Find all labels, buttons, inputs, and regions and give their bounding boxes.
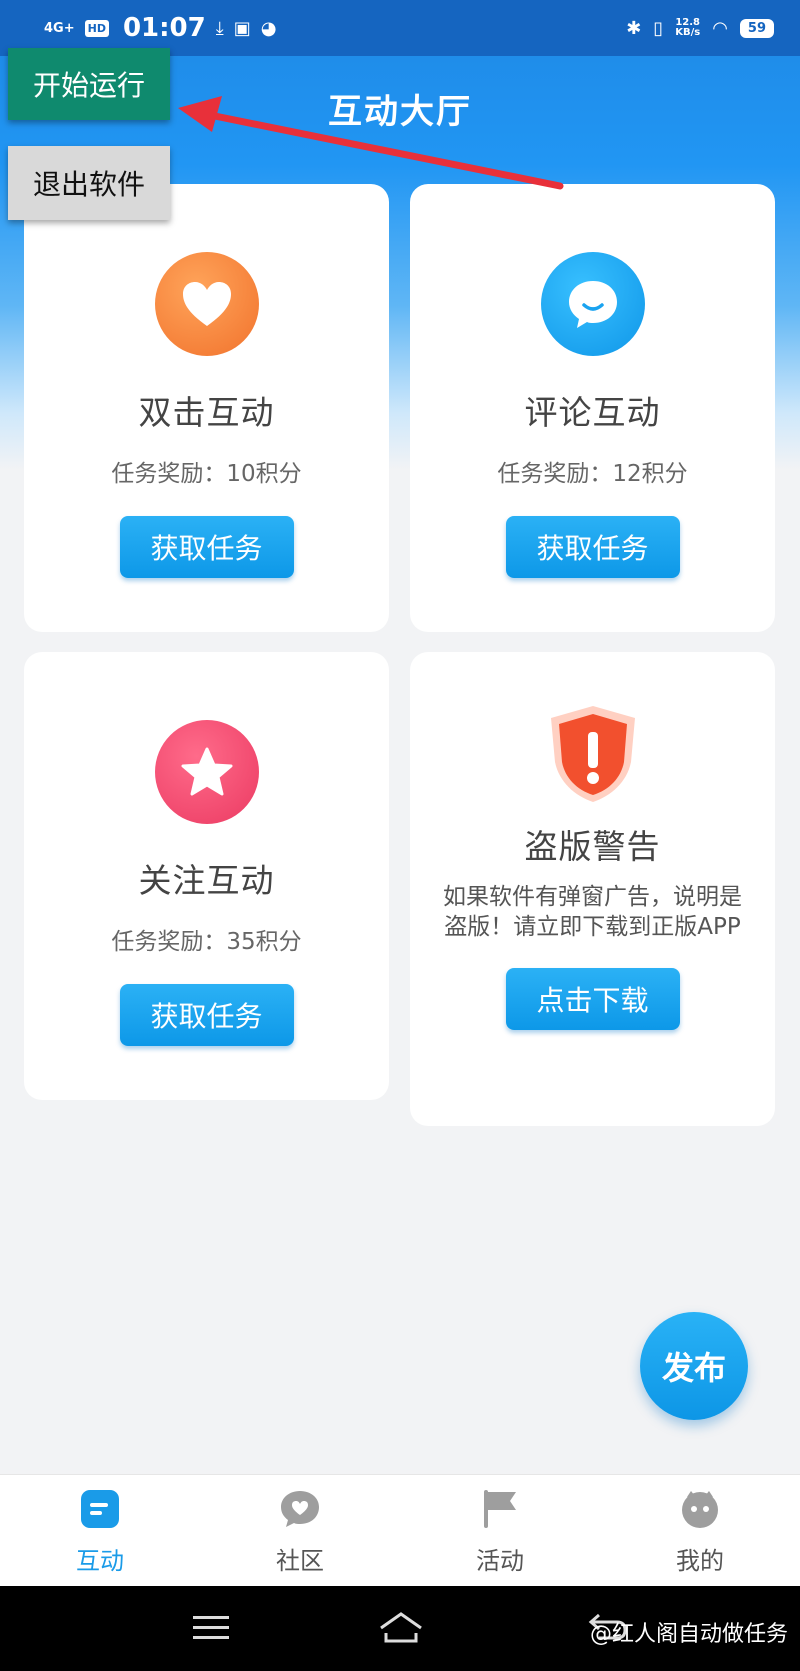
publish-button[interactable]: 发布 (640, 1312, 748, 1420)
download-button[interactable]: 点击下载 (505, 968, 680, 1030)
menu-icon[interactable] (186, 1606, 236, 1650)
tab-label: 我的 (676, 1547, 724, 1575)
wifi-icon: ◠ (712, 17, 728, 39)
get-task-button[interactable]: 获取任务 (119, 984, 294, 1046)
network-indicator: 4G+ (44, 20, 75, 36)
heart-icon (154, 252, 259, 356)
tab-label: 活动 (476, 1547, 524, 1575)
clock: 01:07 (122, 13, 206, 43)
warning-shield-icon (543, 702, 643, 806)
get-task-button[interactable]: 获取任务 (505, 516, 680, 578)
tab-community[interactable]: 社区 (200, 1475, 400, 1586)
star-icon (154, 720, 259, 824)
speed-unit: KB/s (675, 27, 701, 38)
tab-mine[interactable]: 我的 (600, 1475, 800, 1586)
hd-badge: HD (84, 19, 109, 37)
tab-interact[interactable]: 互动 (0, 1475, 200, 1586)
app-notification-icon: ▣ (233, 17, 251, 39)
browser-notification-icon: ◕ (260, 17, 277, 39)
card-title: 双击互动 (138, 393, 275, 432)
flag-icon (478, 1487, 522, 1531)
battery-indicator: 59 (739, 18, 774, 38)
watermark-text: @红人阁自动做任务 (589, 1622, 788, 1647)
card-title: 关注互动 (138, 861, 275, 900)
card-piracy-warning: 盗版警告 如果软件有弹窗广告，说明是盗版！请立即下载到正版APP 点击下载 (410, 652, 775, 1126)
tab-activity[interactable]: 活动 (400, 1475, 600, 1586)
network-speed: 12.8 KB/s (675, 16, 701, 39)
card-title: 评论互动 (524, 393, 661, 432)
card-comment: 评论互动 任务奖励：12积分 获取任务 (410, 184, 775, 632)
speed-value: 12.8 (675, 16, 701, 28)
start-run-button[interactable]: 开始运行 (8, 48, 170, 120)
document-icon (78, 1487, 122, 1531)
bottom-tab-bar: 互动 社区 活动 我的 (0, 1474, 800, 1586)
face-icon (678, 1487, 722, 1531)
card-reward: 任务奖励：10积分 (111, 461, 302, 487)
card-follow: 关注互动 任务奖励：35积分 获取任务 (24, 652, 389, 1100)
tab-label: 社区 (276, 1547, 324, 1575)
exit-software-button[interactable]: 退出软件 (8, 146, 170, 220)
chat-bubble-icon (540, 252, 645, 356)
bluetooth-icon: ✱ (626, 17, 642, 39)
card-double-tap: 双击互动 任务奖励：10积分 获取任务 (24, 184, 389, 632)
vibrate-icon: ▯ (653, 17, 664, 39)
home-icon[interactable] (376, 1606, 426, 1650)
card-reward: 任务奖励：35积分 (111, 929, 302, 955)
heart-bubble-icon (278, 1487, 322, 1531)
system-navigation-bar: @红人阁自动做任务 (0, 1586, 800, 1671)
tab-label: 互动 (76, 1547, 124, 1575)
download-icon: ⤓ (215, 17, 224, 39)
card-reward: 任务奖励：12积分 (497, 461, 688, 487)
card-title: 盗版警告 (524, 827, 661, 866)
card-description: 如果软件有弹窗广告，说明是盗版！请立即下载到正版APP (443, 884, 742, 940)
get-task-button[interactable]: 获取任务 (119, 516, 294, 578)
